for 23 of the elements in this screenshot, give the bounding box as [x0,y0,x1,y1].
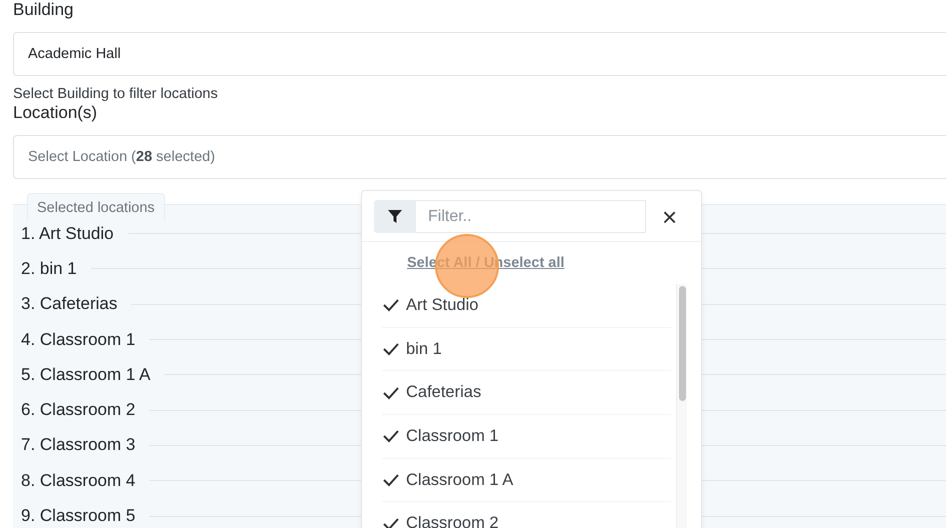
location-select[interactable]: Select Location (28 selected) [13,135,946,179]
option-item[interactable]: Cafeterias [382,371,671,416]
scrollbar-thumb[interactable] [678,286,686,401]
location-item: 7. Classroom 3 [21,435,136,456]
location-item: 8. Classroom 4 [21,470,136,491]
field-label: Location(s) [13,103,98,123]
location-item: 6. Classroom 2 [21,400,136,420]
location-item: 1. Art Studio [21,224,114,244]
filter-icon [388,210,402,223]
location-item: 9. Classroom 5 [21,506,136,526]
location-item: 4. Classroom 1 [21,330,136,350]
location-item: 5. Classroom 1 A [21,364,150,385]
location-item: 3. Cafeterias [21,294,118,314]
building-select[interactable]: Academic Hall [13,32,946,76]
field-label: Building [13,0,74,20]
filter-field[interactable]: Filter.. [416,200,646,233]
location-item: 2. bin 1 [21,258,77,279]
option-item[interactable]: bin 1 [382,328,671,372]
filter-button[interactable] [374,200,416,233]
option-item[interactable]: Classroom 1 A [382,458,671,502]
option-item[interactable]: Classroom 1 [382,415,671,459]
close-button[interactable]: × [662,204,678,230]
help-text: Select Building to filter locations [13,85,219,103]
